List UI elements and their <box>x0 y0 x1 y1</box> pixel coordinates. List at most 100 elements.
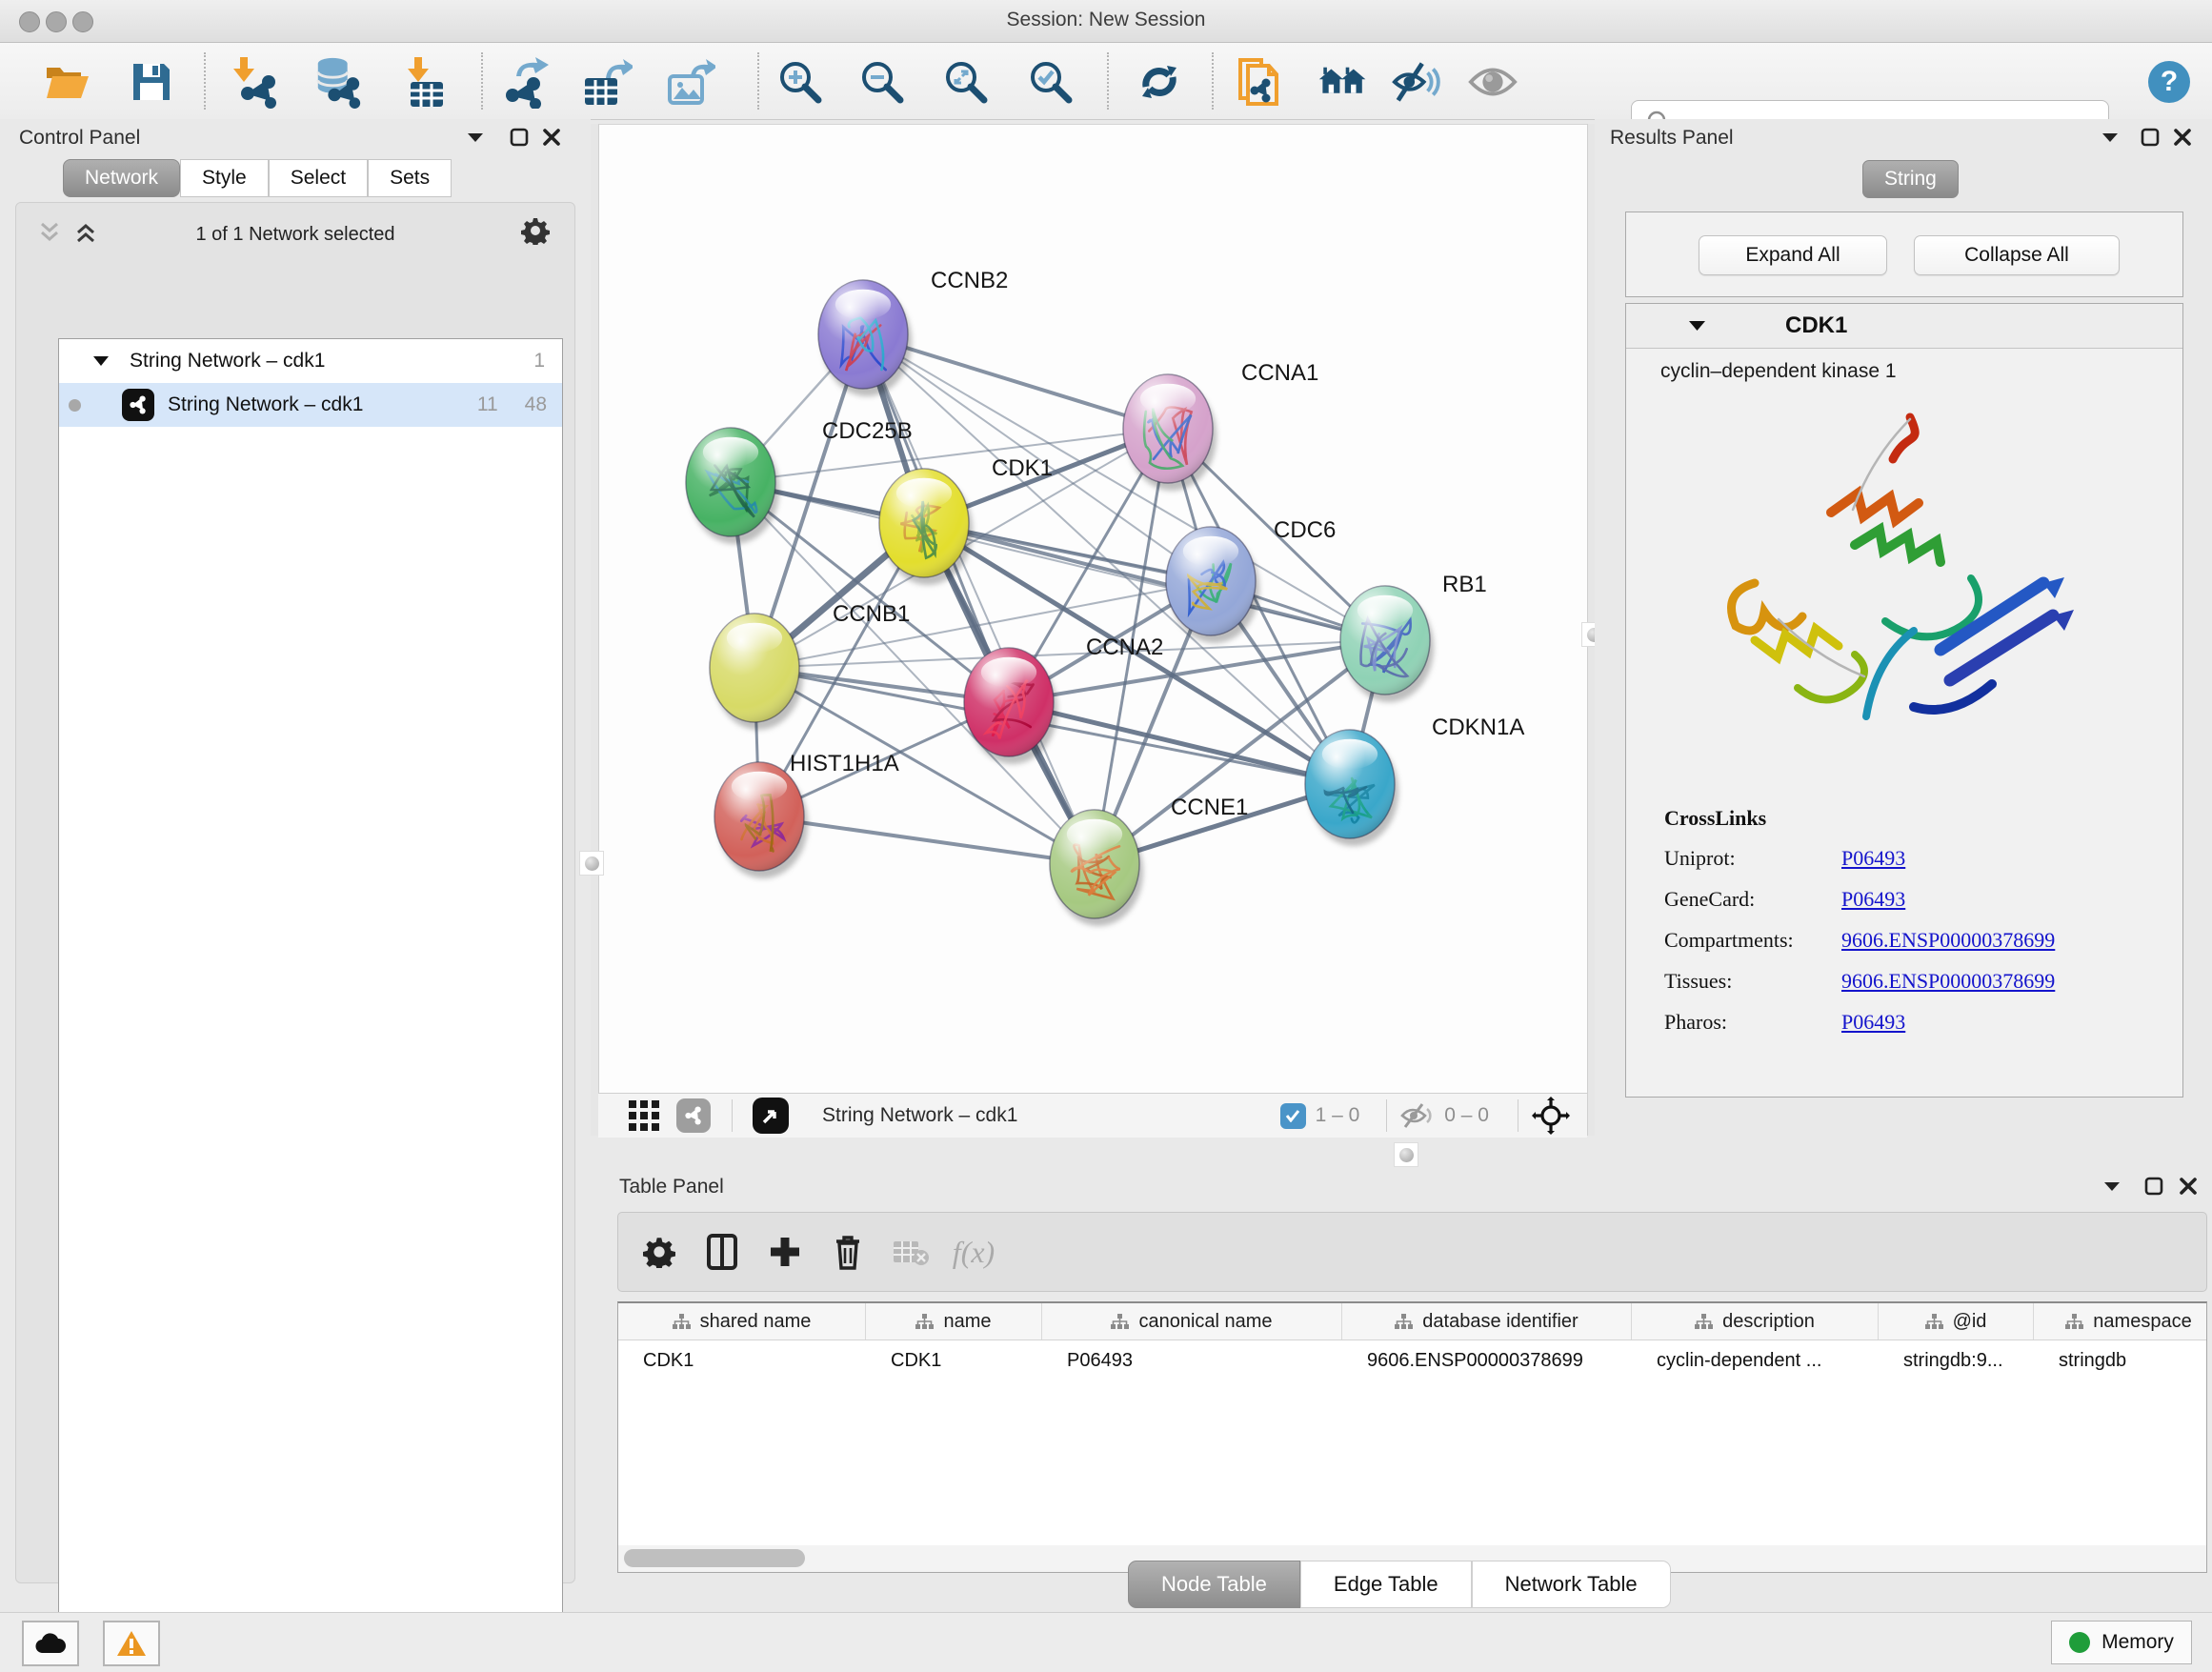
export-image-icon[interactable] <box>664 56 715 108</box>
export-table-icon[interactable] <box>581 56 633 108</box>
network-tree-child-row[interactable]: String Network – cdk1 11 48 <box>59 383 562 427</box>
table-tab-edge-table[interactable]: Edge Table <box>1300 1561 1472 1608</box>
left-splitter[interactable] <box>591 124 599 1136</box>
crosslink-link[interactable]: P06493 <box>1841 887 1905 912</box>
fit-selected-crosshair-icon[interactable] <box>1532 1097 1570 1135</box>
gene-section-header[interactable]: CDK1 <box>1626 304 2182 349</box>
import-network-icon[interactable] <box>232 56 284 108</box>
control-panel-float-icon[interactable] <box>503 123 535 151</box>
node-CDC6[interactable] <box>1166 527 1259 643</box>
delete-column-icon[interactable] <box>816 1223 879 1280</box>
save-session-icon[interactable] <box>126 56 177 108</box>
column-header-canonical-name[interactable]: canonical name <box>1042 1303 1342 1340</box>
results-panel-menu-icon[interactable] <box>2094 123 2126 151</box>
column-header-description[interactable]: description <box>1632 1303 1879 1340</box>
column-header-at-id[interactable]: @id <box>1879 1303 2034 1340</box>
memory-button[interactable]: Memory <box>2051 1621 2192 1664</box>
add-column-icon[interactable] <box>754 1223 816 1280</box>
zoom-in-icon[interactable] <box>774 56 826 108</box>
column-type-icon <box>1925 1314 1943 1330</box>
table-panel-close-icon[interactable] <box>2172 1172 2204 1200</box>
node-RB1[interactable] <box>1340 586 1434 702</box>
navigator-gear-icon[interactable] <box>519 216 552 245</box>
table-row[interactable]: CDK1CDK1P064939606.ENSP00000378699cyclin… <box>618 1340 2206 1380</box>
column-type-icon <box>1695 1314 1713 1330</box>
column-header-name[interactable]: name <box>866 1303 1042 1340</box>
refresh-icon[interactable] <box>1134 56 1185 108</box>
node-HIST1H1A[interactable] <box>714 762 808 878</box>
column-header-namespace[interactable]: namespace <box>2034 1303 2207 1340</box>
help-icon[interactable]: ? <box>2143 56 2195 108</box>
expand-all-button[interactable]: Expand All <box>1699 235 1887 275</box>
control-tab-style[interactable]: Style <box>180 159 269 197</box>
node-CDK1[interactable] <box>879 469 973 585</box>
edge-CCNB2-CCNE1[interactable] <box>863 334 1095 864</box>
column-header-database-identifier[interactable]: database identifier <box>1342 1303 1632 1340</box>
zoom-out-icon[interactable] <box>856 56 908 108</box>
table-panel-menu-icon[interactable] <box>2096 1172 2128 1200</box>
import-network-from-database-icon[interactable] <box>312 56 364 108</box>
control-panel-close-icon[interactable] <box>535 123 568 151</box>
node-CCNE1[interactable] <box>1050 810 1143 926</box>
import-table-icon[interactable] <box>399 56 451 108</box>
open-session-icon[interactable] <box>41 56 92 108</box>
export-network-icon[interactable] <box>499 56 551 108</box>
table-gear-icon[interactable] <box>628 1223 691 1280</box>
toolbar-divider <box>732 1099 733 1132</box>
results-panel-float-icon[interactable] <box>2134 123 2166 151</box>
node-CCNB2[interactable] <box>818 280 912 396</box>
warning-status-button[interactable] <box>103 1621 160 1666</box>
hidden-eye-icon[interactable] <box>1400 1103 1435 1128</box>
table-tab-node-table[interactable]: Node Table <box>1128 1561 1300 1608</box>
column-type-icon <box>673 1314 691 1330</box>
edge-HIST1H1A-CCNE1[interactable] <box>759 816 1095 864</box>
crosslink-link[interactable]: P06493 <box>1841 846 1905 871</box>
table-tabs: Node TableEdge TableNetwork Table <box>1128 1561 1671 1608</box>
node-CCNA1[interactable] <box>1123 374 1217 491</box>
crosslink-link[interactable]: P06493 <box>1841 1010 1905 1035</box>
node-CDKN1A[interactable] <box>1305 730 1398 846</box>
table-panel-float-icon[interactable] <box>2138 1172 2170 1200</box>
scrollbar-thumb[interactable] <box>624 1549 805 1567</box>
hide-panel-icon[interactable] <box>1391 56 1442 108</box>
toolbar-separator <box>1212 52 1214 110</box>
crosslink-link[interactable]: 9606.ENSP00000378699 <box>1841 928 2055 953</box>
network-share-icon[interactable] <box>669 1087 718 1144</box>
collapse-all-button[interactable]: Collapse All <box>1914 235 2120 275</box>
network-canvas[interactable]: CCNB2CCNA1CDC25BCDK1CDC6RB1CCNB1CCNA2CDK… <box>598 124 1587 1094</box>
edge-count: 48 <box>525 393 547 416</box>
cloud-status-button[interactable] <box>22 1621 79 1666</box>
control-panel-menu-icon[interactable] <box>459 123 492 151</box>
control-tab-network[interactable]: Network <box>63 159 180 197</box>
edge-CCNA2-CDKN1A[interactable] <box>1009 702 1350 784</box>
network-graph[interactable]: CCNB2CCNA1CDC25BCDK1CDC6RB1CCNB1CCNA2CDK… <box>598 125 1587 1094</box>
crosslinks-list: Uniprot:P06493GeneCard:P06493Compartment… <box>1664 846 2182 1035</box>
birds-eye-view-icon[interactable] <box>746 1087 795 1144</box>
show-panel-icon[interactable] <box>1467 56 1518 108</box>
table-tab-network-table[interactable]: Network Table <box>1472 1561 1671 1608</box>
network-tree-root-row[interactable]: String Network – cdk1 1 <box>59 339 562 383</box>
left-splitter-handle[interactable] <box>579 851 604 876</box>
grid-view-icon[interactable] <box>619 1087 669 1144</box>
bottom-splitter-handle[interactable] <box>1394 1142 1418 1167</box>
results-tab-string[interactable]: String <box>1862 160 1959 198</box>
column-type-icon <box>1395 1314 1413 1330</box>
results-panel-close-icon[interactable] <box>2166 123 2199 151</box>
tree-expand-icon[interactable] <box>93 355 109 367</box>
node-CCNA2[interactable] <box>964 648 1057 764</box>
crosslink-link[interactable]: 9606.ENSP00000378699 <box>1841 969 2055 994</box>
select-columns-icon[interactable] <box>691 1223 754 1280</box>
gene-collapse-icon[interactable] <box>1689 320 1705 332</box>
zoom-fit-icon[interactable] <box>940 56 992 108</box>
zoom-selected-icon[interactable] <box>1025 56 1076 108</box>
control-tab-select[interactable]: Select <box>269 159 368 197</box>
share-document-icon[interactable] <box>1234 56 1285 108</box>
selected-checkbox-icon[interactable] <box>1280 1103 1306 1129</box>
home-network-icon[interactable] <box>1317 56 1369 108</box>
node-CCNB1[interactable] <box>710 614 803 730</box>
function-builder-icon[interactable]: f(x) <box>942 1223 1005 1280</box>
delete-table-icon[interactable] <box>879 1223 942 1280</box>
toolbar-separator <box>481 52 483 110</box>
control-tab-sets[interactable]: Sets <box>368 159 452 197</box>
column-header-shared-name[interactable]: shared name <box>618 1303 866 1340</box>
